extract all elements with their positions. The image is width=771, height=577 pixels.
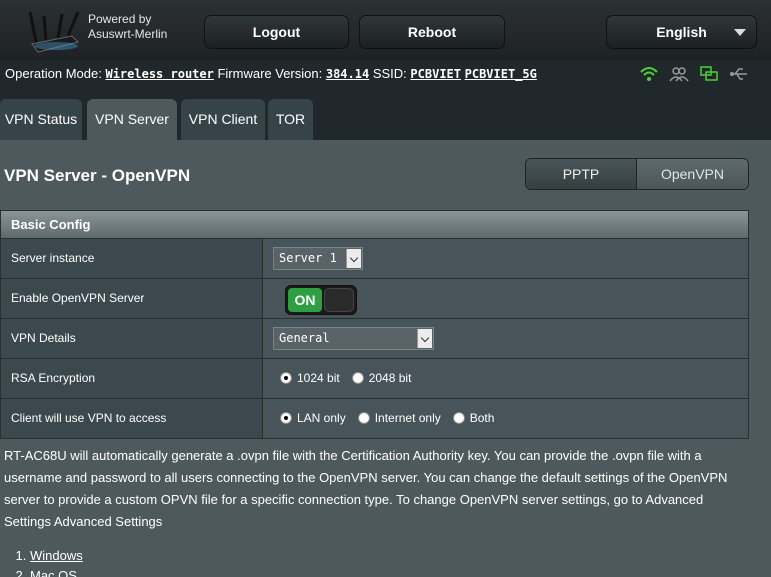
status-icons — [639, 65, 749, 83]
openvpn-switch-button[interactable]: OpenVPN — [637, 159, 748, 189]
page-title: VPN Server - OpenVPN — [4, 166, 191, 185]
radio-unchecked-icon — [351, 372, 364, 384]
access-lan-only-radio[interactable]: LAN only — [280, 411, 346, 425]
powered-by-line1: Powered by — [88, 12, 152, 26]
logout-button[interactable]: Logout — [204, 15, 349, 49]
toggle-on-label: ON — [288, 288, 322, 312]
basic-config-table: Basic Config Server instance Server 1 En… — [0, 210, 749, 439]
vpn-details-value: General — [279, 331, 330, 345]
toggle-knob — [324, 288, 354, 312]
windows-link[interactable]: Windows — [30, 548, 83, 563]
network-icon[interactable] — [699, 65, 719, 83]
usb-icon[interactable] — [729, 65, 749, 83]
vpn-details-row: VPN Details General — [0, 319, 749, 359]
firmware-label: Firmware Version: — [217, 66, 323, 81]
pptp-switch-button[interactable]: PPTP — [526, 159, 637, 189]
rsa-1024-label: 1024 bit — [297, 371, 340, 385]
access-both-label: Both — [469, 411, 495, 425]
op-mode-link[interactable]: Wireless router — [105, 67, 213, 81]
server-instance-value: Server 1 — [279, 251, 337, 265]
server-instance-select[interactable]: Server 1 — [273, 247, 363, 270]
chevron-down-icon — [734, 29, 746, 36]
clients-icon[interactable] — [669, 65, 689, 83]
list-item: Windows — [30, 546, 83, 566]
chevron-down-icon — [346, 249, 361, 268]
access-internet-only-label: Internet only — [374, 411, 441, 425]
language-select[interactable]: English — [606, 15, 757, 49]
rsa-encryption-row: RSA Encryption 1024 bit 2048 bit — [0, 359, 749, 399]
enable-openvpn-label: Enable OpenVPN Server — [1, 279, 263, 318]
basic-config-header: Basic Config — [0, 210, 749, 239]
top-banner: Powered by Asuswrt-Merlin Logout Reboot … — [0, 0, 771, 60]
radio-unchecked-icon — [452, 412, 465, 424]
protocol-switch: PPTP OpenVPN — [525, 158, 749, 190]
tab-vpn-server[interactable]: VPN Server — [87, 99, 177, 140]
vpn-access-label: Client will use VPN to access — [1, 399, 263, 438]
rsa-1024-radio[interactable]: 1024 bit — [280, 371, 340, 385]
vpn-details-select[interactable]: General — [273, 327, 434, 350]
enable-openvpn-toggle[interactable]: ON — [285, 285, 357, 315]
radio-checked-icon — [280, 372, 292, 384]
op-mode-label: Operation Mode: — [5, 66, 102, 81]
enable-openvpn-row: Enable OpenVPN Server ON — [0, 279, 749, 319]
client-download-list: Windows Mac OS — [30, 546, 83, 577]
router-logo-icon — [28, 11, 80, 53]
rsa-encryption-label: RSA Encryption — [1, 359, 263, 398]
wifi-icon[interactable] — [639, 65, 659, 83]
access-internet-only-radio[interactable]: Internet only — [357, 411, 441, 425]
access-both-radio[interactable]: Both — [452, 411, 495, 425]
tab-tor[interactable]: TOR — [268, 99, 313, 140]
powered-by-text: Powered by Asuswrt-Merlin — [88, 12, 167, 42]
firmware-link[interactable]: 384.14 — [326, 67, 369, 81]
powered-by-line2: Asuswrt-Merlin — [88, 27, 168, 41]
macos-link[interactable]: Mac OS — [30, 568, 77, 577]
server-instance-row: Server instance Server 1 — [0, 239, 749, 279]
rsa-2048-radio[interactable]: 2048 bit — [351, 371, 412, 385]
radio-checked-icon — [280, 412, 292, 424]
list-item: Mac OS — [30, 566, 83, 577]
status-bar: Operation Mode: Wireless router Firmware… — [0, 60, 771, 90]
access-lan-only-label: LAN only — [297, 411, 346, 425]
radio-unchecked-icon — [357, 412, 370, 424]
tab-vpn-client[interactable]: VPN Client — [181, 99, 265, 140]
ssid-link-2[interactable]: PCBVIET_5G — [465, 67, 537, 81]
language-label: English — [656, 24, 707, 40]
chevron-down-icon — [417, 329, 432, 348]
rsa-2048-label: 2048 bit — [368, 371, 412, 385]
openvpn-description: RT-AC68U will automatically generate a .… — [4, 448, 728, 529]
server-instance-label: Server instance — [1, 239, 263, 278]
reboot-button[interactable]: Reboot — [359, 15, 505, 49]
vpn-details-label: VPN Details — [1, 319, 263, 358]
vpn-access-row: Client will use VPN to access LAN only I… — [0, 399, 749, 439]
tab-vpn-status[interactable]: VPN Status — [0, 99, 82, 140]
ssid-link-1[interactable]: PCBVIET — [410, 67, 461, 81]
ssid-label: SSID: — [372, 66, 407, 81]
tab-bar: VPN Status VPN Server VPN Client TOR — [0, 90, 771, 140]
